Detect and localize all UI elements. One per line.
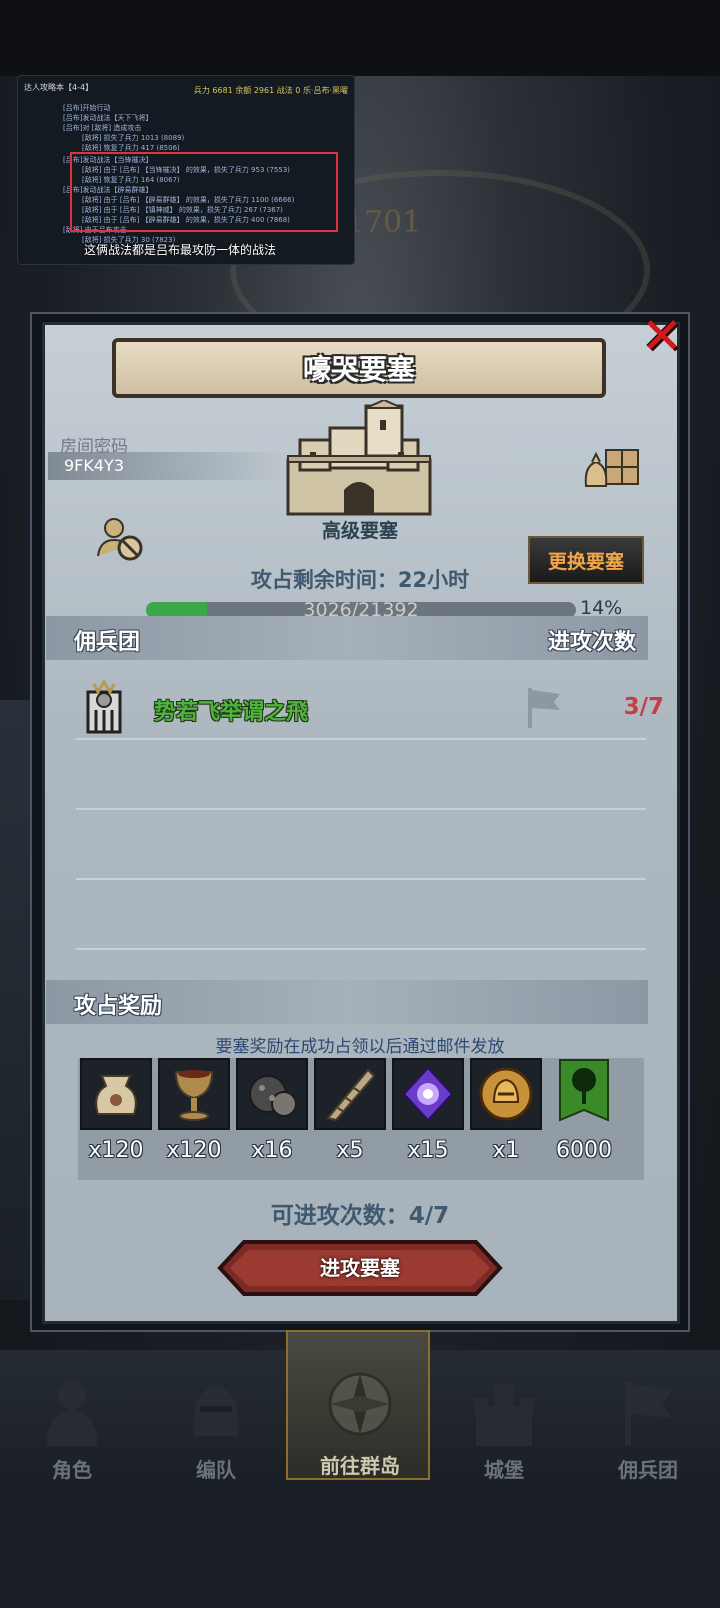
overlay-log-line: [吕布]开始行动	[63, 104, 111, 112]
nav-label: 编队	[196, 1458, 236, 1482]
nav-label: 角色	[52, 1458, 92, 1482]
overlay-log-line: [吕布]对 [敌将] 造成攻击	[63, 124, 142, 132]
overlay-highlight-box	[70, 152, 338, 232]
nav-item-mercenary[interactable]: 佣兵团	[576, 1350, 720, 1490]
flag-icon	[528, 688, 560, 728]
attack-fortress-button[interactable]: 进攻要塞	[216, 1240, 504, 1296]
mercenary-row[interactable]: 势若飞举谓之飛 3/7	[80, 680, 664, 740]
ore-icon	[249, 1075, 297, 1117]
goblet-icon	[174, 1070, 214, 1121]
reward-section-title: 攻占奖励	[74, 994, 163, 1019]
background-number: 1701	[345, 205, 422, 240]
castle-icon	[474, 1384, 534, 1446]
top-black-bar	[0, 0, 720, 76]
reward-item[interactable]: x15	[392, 1058, 464, 1180]
nav-item-islands[interactable]: 前往群岛	[286, 1330, 430, 1480]
room-password-value[interactable]: 9FK4Y3	[48, 452, 288, 480]
reward-slot	[158, 1058, 230, 1130]
close-button[interactable]: ✕	[634, 308, 690, 364]
title-banner: 嚎哭要塞	[112, 338, 606, 398]
blocked-user-icon[interactable]	[96, 514, 144, 562]
tree-banner-icon	[559, 1059, 609, 1122]
capture-countdown: 攻占剩余时间：22小时	[250, 568, 470, 592]
mercenary-section-title: 佣兵团	[74, 630, 141, 655]
reward-item[interactable]: 6000	[548, 1058, 620, 1180]
bottom-area	[0, 1490, 720, 1608]
reward-slot	[80, 1058, 152, 1130]
overlay-log-line: [敌将] 损失了兵力 1013 (8089)	[82, 134, 185, 142]
nav-item-castle[interactable]: 城堡	[432, 1350, 576, 1490]
crystal-icon	[402, 1066, 454, 1122]
compass-icon	[328, 1372, 392, 1436]
video-overlay: 达人攻略本【4-4】 兵力 6681 余额 2961 战法 0 乐·吕布·黑曜 …	[17, 75, 355, 265]
knight-icon	[46, 1382, 98, 1446]
reward-slot	[314, 1058, 386, 1130]
mercenary-banner-icon	[86, 680, 122, 734]
helmet-icon	[193, 1386, 239, 1436]
reward-item[interactable]: x5	[314, 1058, 386, 1180]
overlay-log-line: [吕布]发动战法【天下飞将】	[63, 114, 153, 122]
horn-icon	[326, 1068, 376, 1122]
reward-slot	[236, 1058, 308, 1130]
overlay-stats: 兵力 6681 余额 2961 战法 0 乐·吕布·黑曜	[193, 86, 348, 95]
nav-label: 城堡	[484, 1458, 524, 1482]
reward-list: x120 x120 x16 x5 x15 x1 6000	[78, 1058, 644, 1180]
reward-note: 要塞奖励在成功占领以后通过邮件发放	[215, 1037, 505, 1057]
dialog-title: 嚎哭要塞	[302, 353, 415, 386]
nav-label: 佣兵团	[618, 1458, 678, 1482]
reward-slot	[470, 1058, 542, 1130]
sack-icon	[95, 1075, 137, 1115]
reward-item[interactable]: x120	[158, 1058, 230, 1180]
reward-item[interactable]: x1	[470, 1058, 542, 1180]
nav-label: 前往群岛	[320, 1454, 400, 1478]
attacks-remaining: 可进攻次数：4/7	[270, 1203, 450, 1229]
reward-item[interactable]: x120	[80, 1058, 152, 1180]
bottom-navigation: 角色 编队 前往群岛 城堡 佣兵团	[0, 1330, 720, 1490]
list-divider	[76, 878, 646, 880]
attack-button-label: 进攻要塞	[320, 1256, 400, 1280]
reward-quantity: 6000	[556, 1138, 612, 1163]
fortress-castle-icon	[286, 400, 432, 516]
supply-chest-icon[interactable]	[582, 442, 642, 490]
nav-item-formation[interactable]: 编队	[144, 1350, 288, 1490]
reward-slot	[392, 1058, 464, 1130]
mercenary-icon	[625, 1382, 672, 1446]
list-divider	[76, 948, 646, 950]
helmet-medal-icon	[479, 1067, 533, 1121]
mercenary-name: 势若飞举谓之飛	[154, 700, 309, 725]
overlay-header: 达人攻略本【4-4】	[24, 83, 94, 92]
mercenary-attack-count: 3/7	[623, 694, 664, 720]
reward-item[interactable]: x16	[236, 1058, 308, 1180]
list-divider	[76, 738, 646, 740]
nav-item-character[interactable]: 角色	[0, 1350, 144, 1490]
list-divider	[76, 808, 646, 810]
overlay-subtitle: 这俩战法都是吕布最攻防一体的战法	[84, 243, 277, 257]
close-icon: ✕	[641, 307, 683, 365]
attack-count-header: 进攻次数	[548, 630, 637, 655]
